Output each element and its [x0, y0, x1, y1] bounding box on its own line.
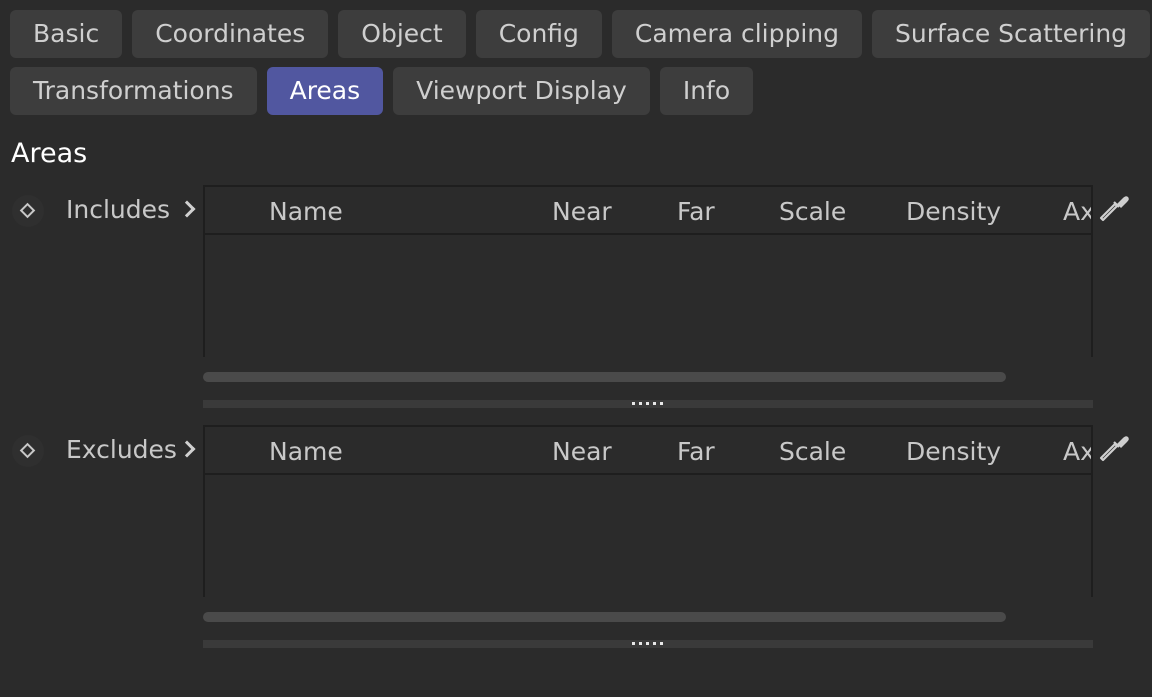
- column-far[interactable]: Far: [677, 437, 715, 466]
- excludes-list-header: Name Near Far Scale Density Ax: [205, 427, 1091, 475]
- column-density[interactable]: Density: [906, 437, 1001, 466]
- tab-basic[interactable]: Basic: [10, 10, 123, 58]
- column-near[interactable]: Near: [552, 197, 612, 226]
- excludes-horizontal-scrollbar[interactable]: [203, 612, 1006, 622]
- includes-list[interactable]: Name Near Far Scale Density Ax: [203, 185, 1093, 357]
- includes-list-header: Name Near Far Scale Density Ax: [205, 187, 1091, 235]
- grip-dots-icon: [632, 642, 666, 645]
- column-name[interactable]: Name: [269, 197, 343, 226]
- eyedropper-icon[interactable]: [1097, 190, 1131, 224]
- column-near[interactable]: Near: [552, 437, 612, 466]
- column-scale[interactable]: Scale: [779, 437, 846, 466]
- includes-horizontal-scrollbar[interactable]: [203, 372, 1006, 382]
- tab-object[interactable]: Object: [338, 10, 466, 58]
- tab-bar: Basic Coordinates Object Config Camera c…: [10, 10, 1151, 124]
- tab-coordinates[interactable]: Coordinates: [132, 10, 329, 58]
- column-scale[interactable]: Scale: [779, 197, 846, 226]
- tab-camera-clipping[interactable]: Camera clipping: [611, 10, 862, 58]
- column-ax[interactable]: Ax: [1063, 197, 1091, 226]
- column-name[interactable]: Name: [269, 437, 343, 466]
- diamond-keyframe-icon[interactable]: [12, 435, 44, 467]
- includes-label: Includes: [66, 195, 171, 224]
- diamond-keyframe-icon[interactable]: [12, 195, 44, 227]
- grip-dots-icon: [632, 402, 666, 405]
- column-far[interactable]: Far: [677, 197, 715, 226]
- chevron-right-icon[interactable]: [178, 200, 196, 218]
- excludes-list[interactable]: Name Near Far Scale Density Ax: [203, 425, 1093, 597]
- tab-areas[interactable]: Areas: [266, 67, 384, 115]
- tab-config[interactable]: Config: [475, 10, 602, 58]
- excludes-resize-handle[interactable]: [203, 640, 1093, 648]
- tab-transformations[interactable]: Transformations: [10, 67, 257, 115]
- excludes-label: Excludes: [66, 435, 177, 464]
- tab-info[interactable]: Info: [659, 67, 754, 115]
- tab-row-1: Basic Coordinates Object Config Camera c…: [10, 10, 1151, 58]
- includes-resize-handle[interactable]: [203, 400, 1093, 408]
- section-title: Areas: [11, 138, 88, 169]
- column-ax[interactable]: Ax: [1063, 437, 1091, 466]
- tab-viewport-display[interactable]: Viewport Display: [393, 67, 650, 115]
- tab-row-2: Transformations Areas Viewport Display I…: [10, 67, 1150, 115]
- tab-surface-scattering[interactable]: Surface Scattering: [872, 10, 1151, 58]
- chevron-right-icon[interactable]: [178, 440, 196, 458]
- column-density[interactable]: Density: [906, 197, 1001, 226]
- eyedropper-icon[interactable]: [1097, 430, 1131, 464]
